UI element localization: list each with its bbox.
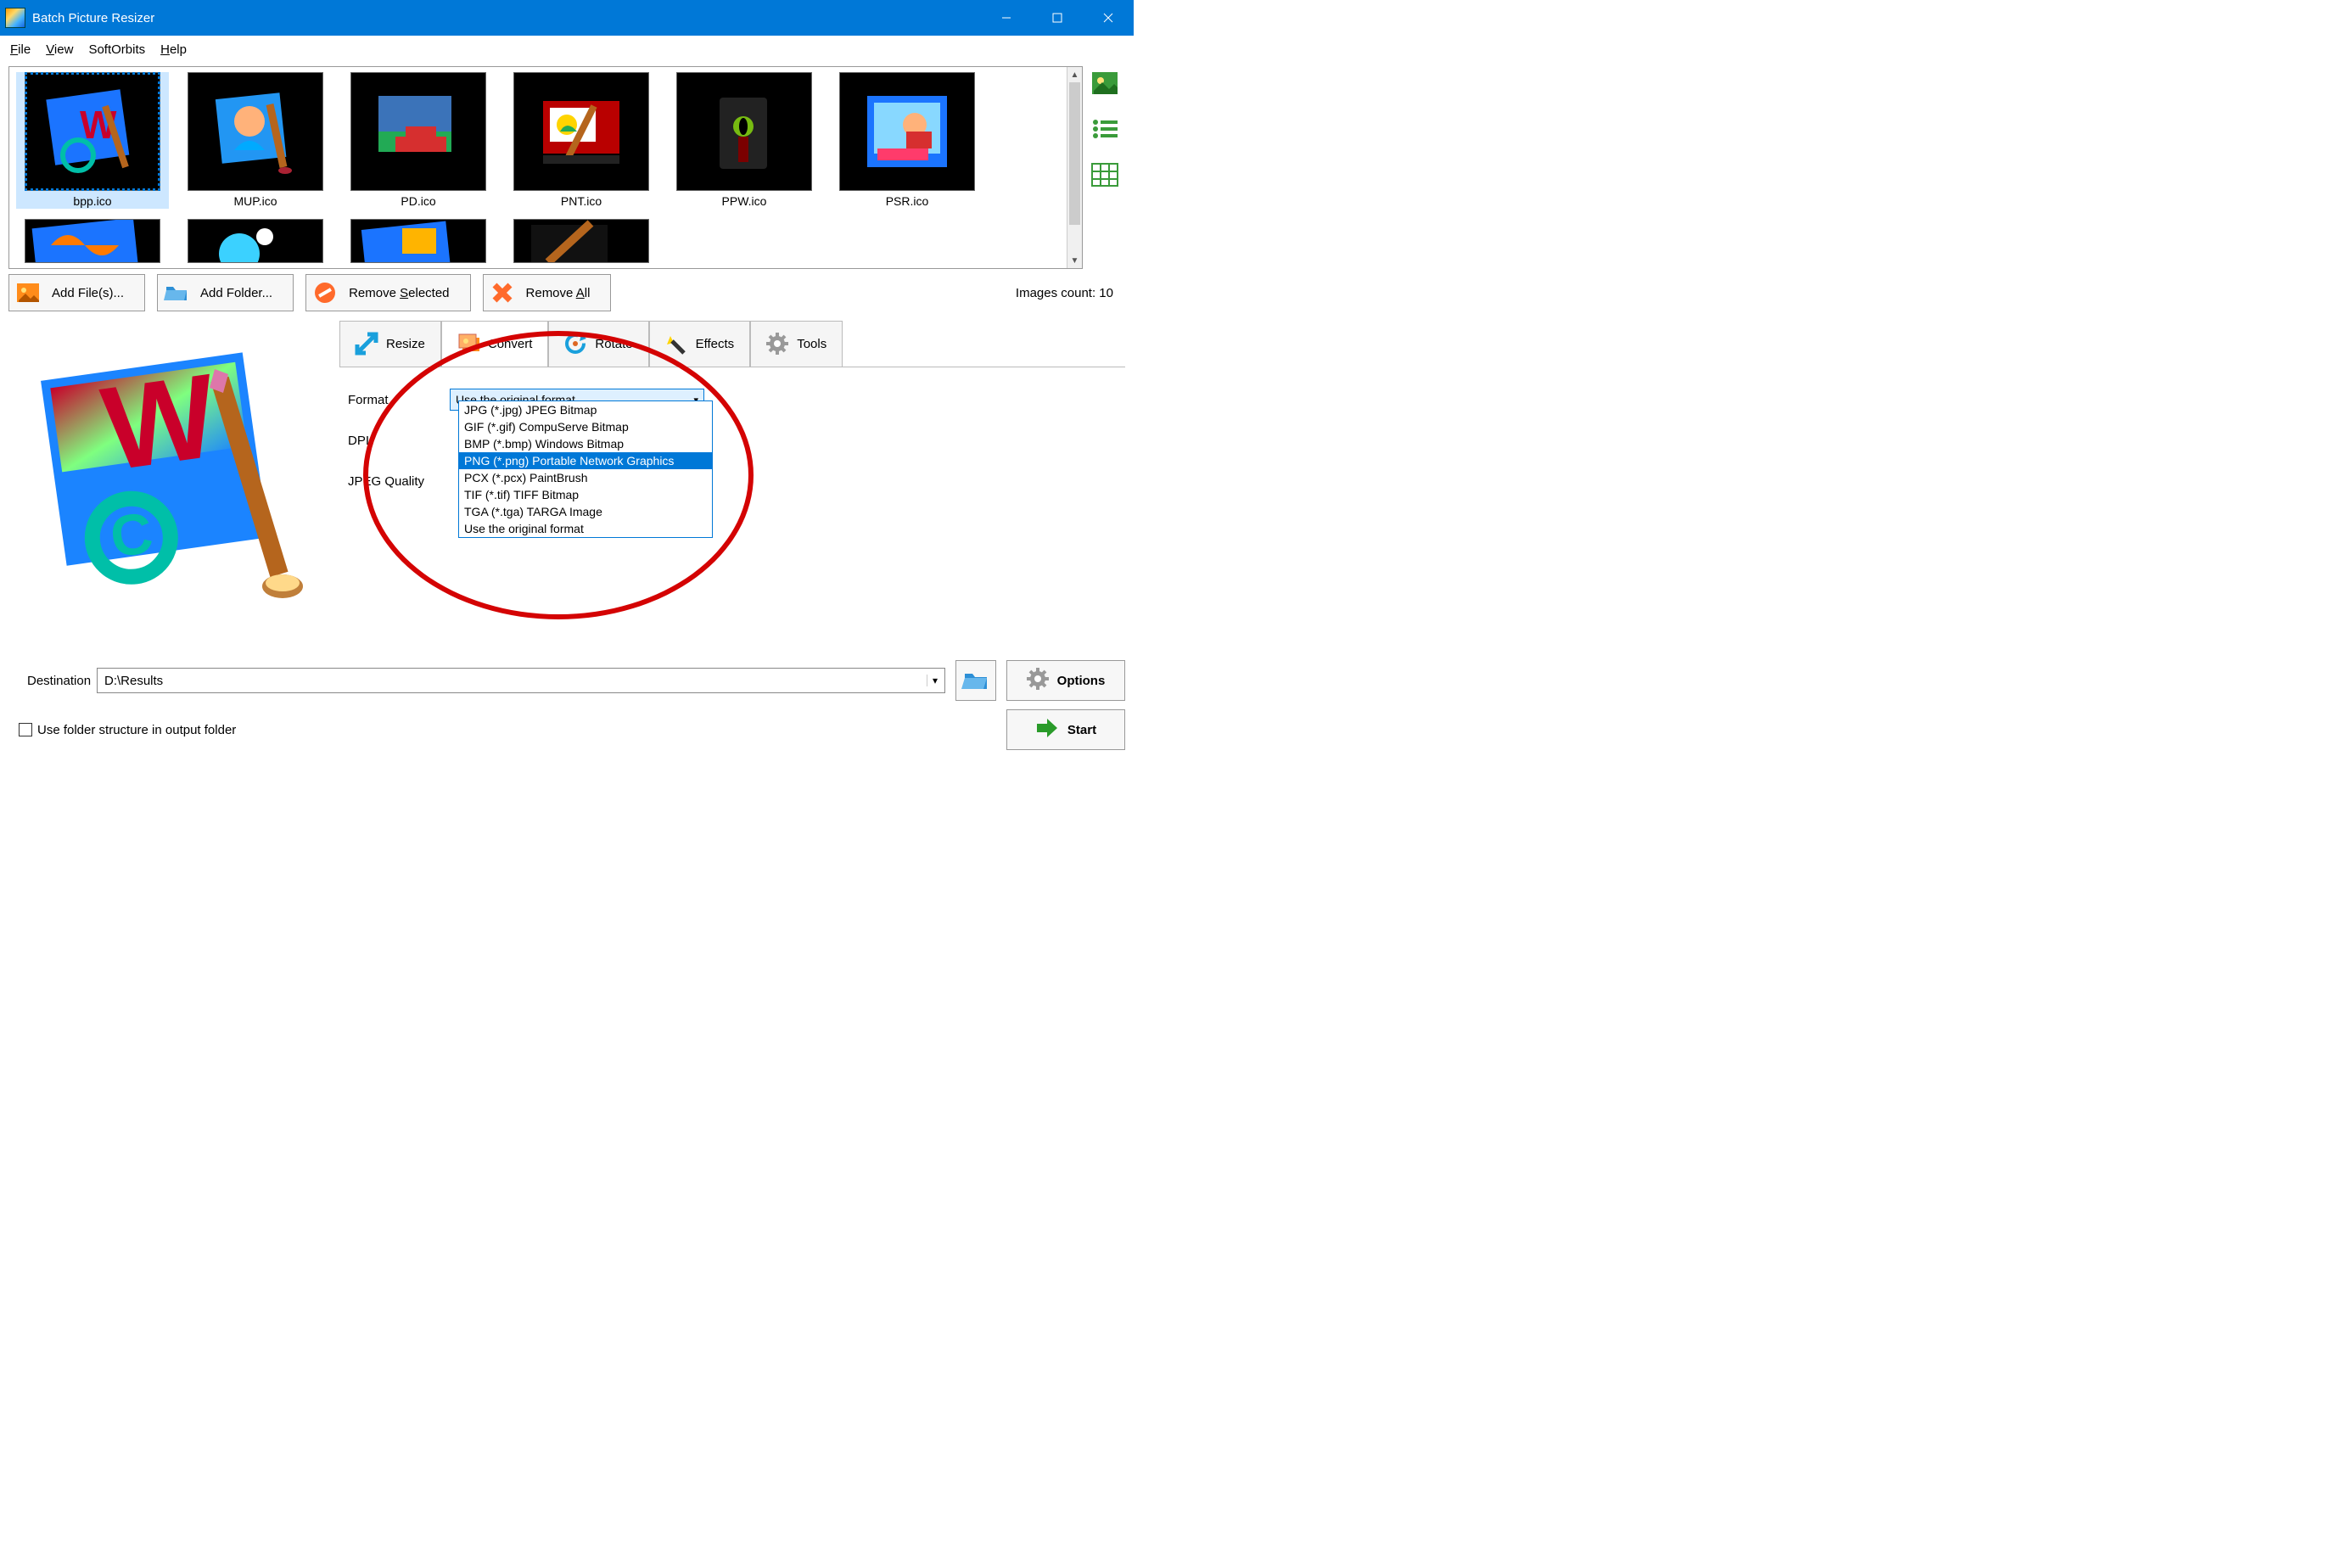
rotate-icon (564, 333, 588, 356)
gallery-scrollbar[interactable]: ▲ ▼ (1067, 67, 1082, 268)
format-label: Format (339, 393, 450, 407)
menu-softorbits[interactable]: SoftOrbits (88, 42, 145, 57)
destination-value: D:\Results (104, 674, 163, 688)
thumb-label: bpp.ico (16, 194, 169, 208)
convert-tab-content: Format Use the original format ▾ DPI JPE… (339, 367, 1125, 621)
delete-icon (490, 281, 514, 305)
effects-icon (665, 333, 689, 356)
remove-selected-button[interactable]: Remove Selected (305, 274, 470, 311)
start-label: Start (1067, 723, 1096, 737)
image-icon (16, 281, 40, 305)
menu-help[interactable]: Help (160, 42, 187, 57)
thumb-label: MUP.ico (179, 194, 332, 208)
play-icon (1035, 719, 1059, 741)
action-toolbar: Add File(s)... Add Folder... Remove Sele… (8, 274, 1125, 311)
remove-icon (313, 281, 337, 305)
folder-icon (165, 281, 188, 305)
add-files-button[interactable]: Add File(s)... (8, 274, 145, 311)
remove-all-button[interactable]: Remove All (483, 274, 612, 311)
remove-all-label: Remove All (526, 286, 591, 300)
browse-folder-button[interactable] (955, 660, 996, 701)
destination-label: Destination (8, 674, 87, 688)
thumb-item[interactable]: PNT.ico (505, 72, 658, 209)
format-option[interactable]: JPG (*.jpg) JPEG Bitmap (459, 401, 712, 418)
tab-label: Convert (488, 337, 533, 351)
image-preview: W C (8, 320, 328, 625)
thumb-label: PSR.ico (831, 194, 983, 208)
tab-effects[interactable]: Effects (649, 321, 751, 367)
scroll-down-icon[interactable]: ▼ (1067, 253, 1082, 268)
tab-label: Effects (696, 337, 735, 351)
view-mode-buttons (1090, 66, 1125, 269)
convert-icon (457, 333, 481, 356)
remove-selected-label: Remove Selected (349, 286, 449, 300)
view-grid-icon[interactable] (1090, 160, 1120, 190)
menu-view[interactable]: View (46, 42, 73, 57)
thumb-item[interactable]: W bpp.ico (16, 72, 169, 209)
view-thumbnails-icon[interactable] (1090, 68, 1120, 98)
folder-structure-label: Use folder structure in output folder (37, 723, 236, 737)
maximize-button[interactable] (1032, 0, 1083, 36)
chevron-down-icon[interactable]: ▾ (927, 675, 938, 686)
titlebar: Batch Picture Resizer (0, 0, 1134, 36)
thumb-label: PPW.ico (668, 194, 821, 208)
resize-icon (356, 333, 379, 356)
thumb-item[interactable] (16, 219, 169, 264)
tab-label: Tools (797, 337, 826, 351)
minimize-button[interactable] (981, 0, 1032, 36)
options-button[interactable]: Options (1006, 660, 1125, 701)
format-option[interactable]: TGA (*.tga) TARGA Image (459, 503, 712, 520)
tab-resize[interactable]: Resize (339, 321, 441, 367)
image-count: Images count: 10 (1016, 286, 1125, 300)
add-files-label: Add File(s)... (52, 286, 124, 300)
jpeg-quality-label: JPEG Quality (339, 474, 450, 489)
tab-convert[interactable]: Convert (441, 321, 549, 367)
thumb-item[interactable]: PD.ico (342, 72, 495, 209)
thumb-item[interactable]: PPW.ico (668, 72, 821, 209)
tab-rotate[interactable]: Rotate (548, 321, 648, 367)
format-option[interactable]: BMP (*.bmp) Windows Bitmap (459, 435, 712, 452)
svg-text:W: W (95, 348, 225, 496)
app-icon (5, 8, 25, 28)
settings-panel: Resize Convert Rotate Effects Tools Form… (339, 320, 1125, 625)
add-folder-button[interactable]: Add Folder... (157, 274, 294, 311)
tab-label: Rotate (595, 337, 632, 351)
thumb-item[interactable]: PSR.ico (831, 72, 983, 209)
format-option[interactable]: Use the original format (459, 520, 712, 537)
close-button[interactable] (1083, 0, 1134, 36)
format-option[interactable]: PNG (*.png) Portable Network Graphics (459, 452, 712, 469)
dpi-label: DPI (339, 434, 450, 448)
menu-file[interactable]: File (10, 42, 31, 57)
menubar: File View SoftOrbits Help (0, 36, 1134, 63)
options-label: Options (1057, 674, 1106, 688)
scroll-up-icon[interactable]: ▲ (1067, 67, 1082, 82)
svg-text:C: C (106, 501, 156, 570)
folder-structure-checkbox[interactable] (19, 723, 32, 736)
gear-icon (766, 333, 790, 356)
gear-icon (1027, 668, 1049, 693)
tab-bar: Resize Convert Rotate Effects Tools (339, 320, 1125, 367)
start-button[interactable]: Start (1006, 709, 1125, 750)
scroll-handle[interactable] (1069, 82, 1080, 225)
thumb-label: PD.ico (342, 194, 495, 208)
thumb-item[interactable] (505, 219, 658, 264)
add-folder-label: Add Folder... (200, 286, 272, 300)
window-title: Batch Picture Resizer (32, 11, 154, 25)
bottom-bar: Destination D:\Results ▾ Options Use fol… (8, 660, 1125, 750)
thumbnail-gallery[interactable]: W bpp.ico MUP.ico PD.ico PNT.ico PPW.ico (8, 66, 1083, 269)
destination-input[interactable]: D:\Results ▾ (97, 668, 945, 693)
thumb-item[interactable] (342, 219, 495, 264)
format-dropdown[interactable]: JPG (*.jpg) JPEG Bitmap GIF (*.gif) Comp… (458, 400, 713, 538)
format-option[interactable]: PCX (*.pcx) PaintBrush (459, 469, 712, 486)
thumb-item[interactable] (179, 219, 332, 264)
view-list-icon[interactable] (1090, 114, 1120, 144)
thumb-item[interactable]: MUP.ico (179, 72, 332, 209)
thumb-label: PNT.ico (505, 194, 658, 208)
tab-tools[interactable]: Tools (750, 321, 843, 367)
format-option[interactable]: TIF (*.tif) TIFF Bitmap (459, 486, 712, 503)
format-option[interactable]: GIF (*.gif) CompuServe Bitmap (459, 418, 712, 435)
tab-label: Resize (386, 337, 425, 351)
window-buttons (981, 0, 1134, 36)
